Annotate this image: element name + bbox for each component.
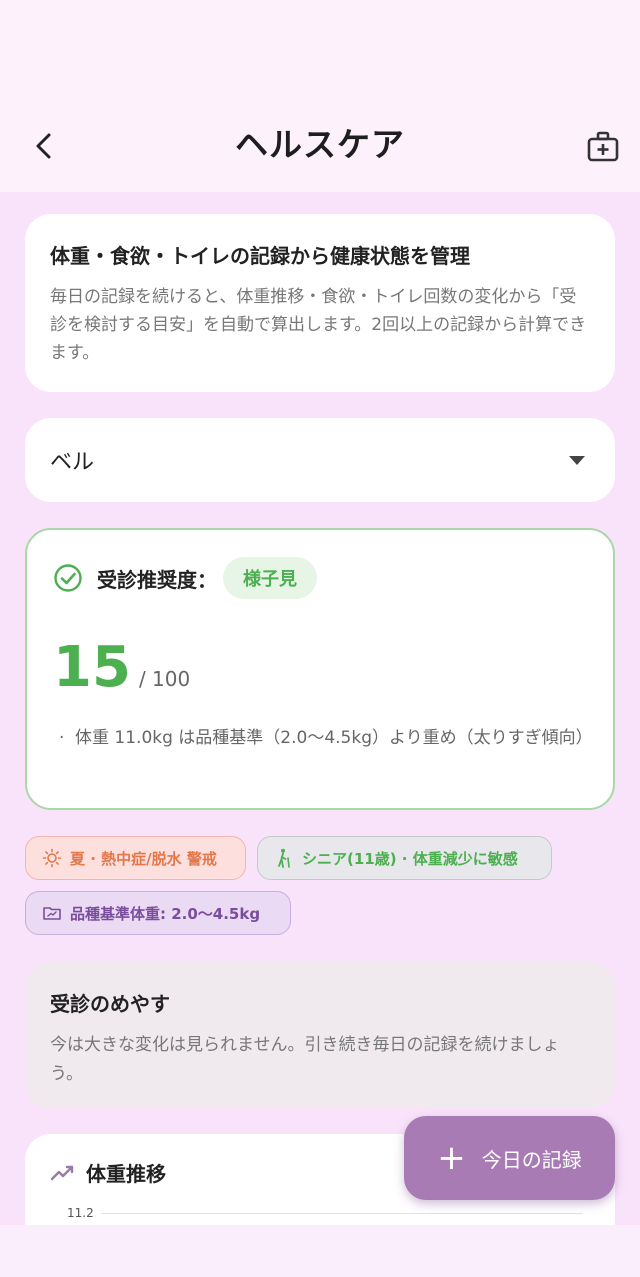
intro-card: 体重・食欲・トイレの記録から健康状態を管理 毎日の記録を続けると、体重推移・食欲… [25,214,615,392]
medical-kit-button[interactable] [584,128,622,166]
score-max: / 100 [138,667,191,691]
medical-kit-icon [587,131,619,162]
plus-icon: + [437,1138,466,1178]
visit-guideline-card: 受診のめやす 今は大きな変化は見られません。引き続き毎日の記録を続けましょう。 [25,962,615,1108]
check-circle-icon [54,564,82,592]
elderly-walker-icon [278,848,290,868]
chip-senior: シニア(11歳) · 体重減少に敏感 [257,836,552,880]
fab-label: 今日の記録 [481,1147,582,1172]
intro-title: 体重・食欲・トイレの記録から健康状態を管理 [50,244,470,268]
bottom-safe-area [0,1225,640,1277]
selected-pet-name: ベル [50,450,95,475]
weight-trend-title: 体重推移 [86,1162,166,1186]
chip-breed-weight: 品種基準体重: 2.0〜4.5kg [25,891,291,935]
sun-icon [42,848,62,868]
chip-label: 品種基準体重: 2.0〜4.5kg [70,904,261,923]
reason-text: 体重 11.0kg は品種基準（2.0〜4.5kg）より重め（太りすぎ傾向） [75,728,593,748]
chip-label: 夏 · 熱中症/脱水 警戒 [70,849,217,868]
intro-description: 毎日の記録を続けると、体重推移・食欲・トイレ回数の変化から「受診を検討する目安」… [50,287,587,363]
guide-title: 受診のめやす [50,992,170,1016]
caret-down-icon [569,455,585,465]
y-tick-label: 11.2 [67,1206,94,1220]
page-title: ヘルスケア [235,125,405,164]
chart-gridline: 11.2 [67,1206,582,1220]
chip-label: シニア(11歳) · 体重減少に敏感 [302,849,518,868]
status-badge: 様子見 [223,557,317,599]
pet-selector-dropdown[interactable]: ベル [25,418,615,502]
guide-description: 今は大きな変化は見られません。引き続き毎日の記録を続けましょう。 [50,1035,560,1084]
chip-summer-alert: 夏 · 熱中症/脱水 警戒 [25,836,246,880]
recommendation-label: 受診推奨度： [97,567,217,592]
score-value: 15 [53,635,131,700]
reason-item: · 体重 11.0kg は品種基準（2.0〜4.5kg）より重め（太りすぎ傾向） [53,724,593,753]
folder-chart-icon [43,907,61,920]
trending-up-icon [50,1165,74,1180]
recommendation-card: 受診推奨度： 様子見 15 / 100 · 体重 11.0kg は品種基準（2.… [25,528,615,810]
add-today-record-button[interactable]: + 今日の記録 [404,1116,615,1200]
